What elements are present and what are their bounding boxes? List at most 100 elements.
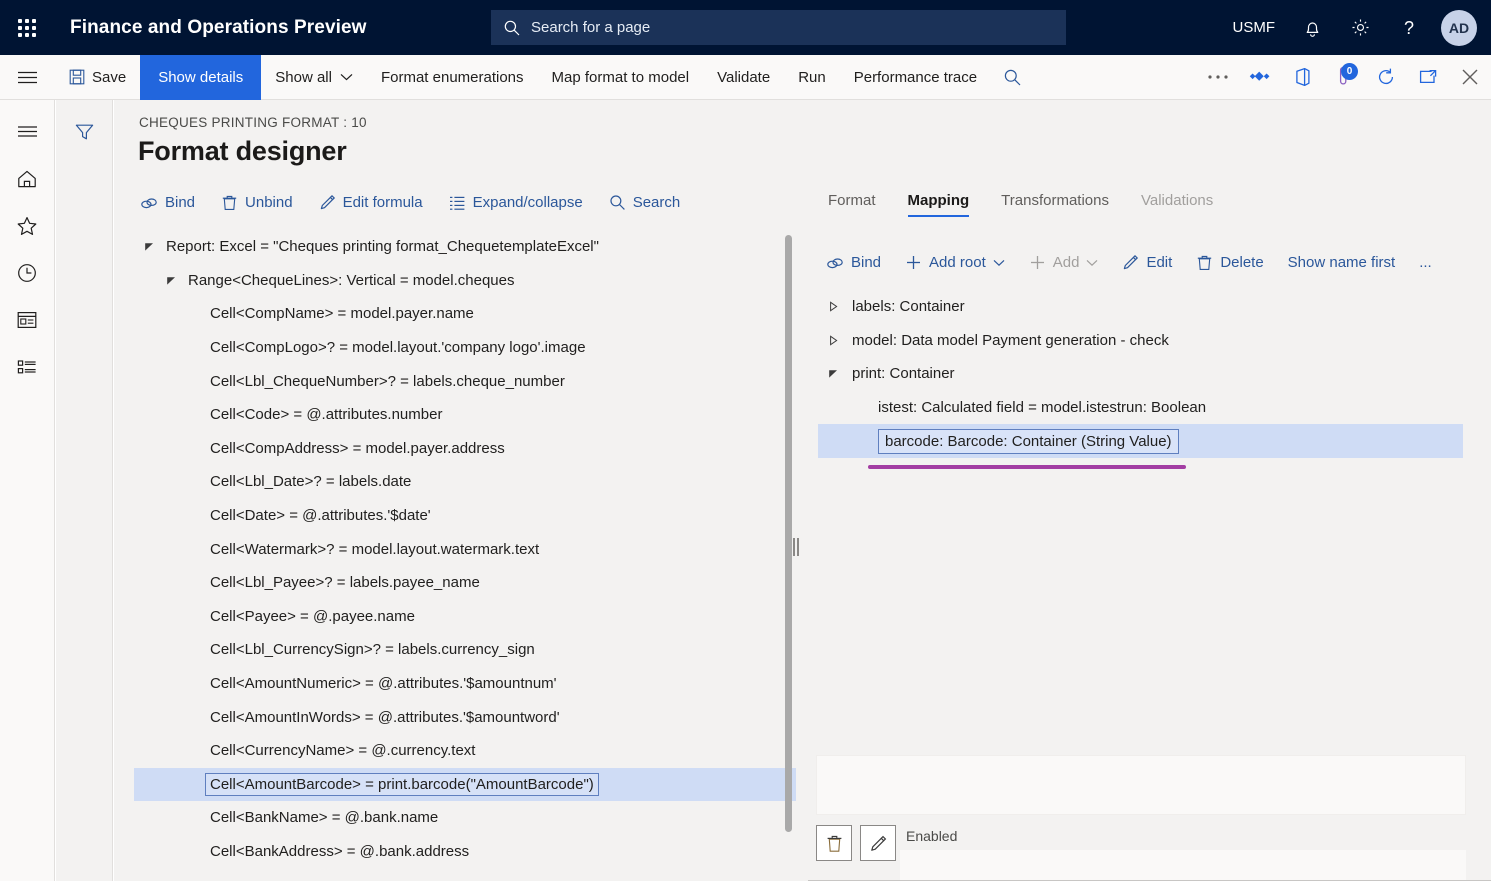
tree-twisty-icon[interactable] [826, 335, 840, 346]
tab-mapping[interactable]: Mapping [892, 188, 986, 219]
mapping-tree-row[interactable]: model: Data model Payment generation - c… [818, 324, 1491, 358]
close-icon[interactable] [1449, 55, 1491, 100]
show-all-label: Show all [275, 68, 332, 86]
tab-transformations[interactable]: Transformations [985, 188, 1125, 219]
hamburger-menu-icon[interactable] [0, 55, 55, 100]
format-tree-row-selected[interactable]: Cell<AmountBarcode> = print.barcode("Amo… [134, 767, 796, 802]
format-tree-row-label: Cell<BankAddress> = @.bank.address [210, 842, 470, 860]
star-icon[interactable] [0, 202, 55, 249]
modules-icon[interactable] [0, 343, 55, 390]
format-tree-row[interactable]: Cell<Lbl_CurrencySign>? = labels.currenc… [134, 633, 796, 667]
format-enumerations-label: Format enumerations [380, 68, 524, 86]
mapping-command-bind[interactable]: Bind [822, 250, 893, 275]
format-tree-row[interactable]: Cell<CompName> = model.payer.name [134, 297, 796, 331]
company-selector[interactable]: USMF [1219, 0, 1290, 55]
run-button[interactable]: Run [784, 55, 840, 100]
performance-trace-button[interactable]: Performance trace [840, 55, 991, 100]
format-command-label: Unbind [245, 194, 293, 211]
format-tree-row[interactable]: Cell<Date> = @.attributes.'$date' [134, 499, 796, 533]
bell-icon[interactable] [1289, 0, 1336, 55]
format-tree-row[interactable]: Cell<Code> = @.attributes.number [134, 398, 796, 432]
mapping-tree-row-selected[interactable]: barcode: Barcode: Container (String Valu… [818, 424, 1463, 469]
format-tree-row[interactable]: Cell<Lbl_Date>? = labels.date [134, 465, 796, 499]
clock-icon[interactable] [0, 249, 55, 296]
format-tree-row[interactable]: Cell<AmountInWords> = @.attributes.'$amo… [134, 700, 796, 734]
mapping-command-[interactable]: ... [1415, 250, 1444, 275]
mapping-tree-row[interactable]: print: Container [818, 357, 1491, 391]
tab-format[interactable]: Format [812, 188, 892, 219]
validate-button[interactable]: Validate [703, 55, 784, 100]
mapping-command-delete[interactable]: Delete [1192, 250, 1275, 275]
format-command-expand-collapse[interactable]: Expand/collapse [445, 190, 595, 215]
top-navigation-bar: Finance and Operations Preview Search fo… [0, 0, 1491, 55]
notes-icon[interactable]: 0 [1323, 55, 1365, 100]
format-tree-row[interactable]: Cell<BankAddress> = @.bank.address [134, 835, 796, 869]
map-format-to-model-button[interactable]: Map format to model [538, 55, 704, 100]
mapping-tree[interactable]: labels: Container model: Data model Payme… [818, 290, 1491, 469]
format-tree-row-label: Cell<Lbl_CurrencySign>? = labels.currenc… [210, 641, 535, 659]
splitter-grip-icon [793, 538, 799, 556]
format-command-bind[interactable]: Bind [136, 190, 207, 215]
filter-rail [56, 100, 113, 881]
mapping-command-label: ... [1419, 254, 1432, 271]
format-command-search[interactable]: Search [605, 190, 693, 215]
format-tree-row[interactable]: Cell<Lbl_Payee>? = labels.payee_name [134, 566, 796, 600]
tree-twisty-icon[interactable] [826, 301, 840, 312]
open-in-office-icon[interactable] [1281, 55, 1323, 100]
pencil-icon [1122, 254, 1139, 271]
show-all-button[interactable]: Show all [261, 55, 367, 100]
format-tree-row-label: Cell<Lbl_Payee>? = labels.payee_name [210, 574, 480, 592]
format-tree-row[interactable]: Cell<AmountNumeric> = @.attributes.'$amo… [134, 667, 796, 701]
detail-tools [816, 825, 904, 861]
refresh-icon[interactable] [1365, 55, 1407, 100]
format-tree-row[interactable]: Range<ChequeLines>: Vertical = model.che… [134, 264, 796, 298]
question-mark-icon[interactable]: ? [1385, 0, 1433, 55]
enabled-field[interactable] [900, 850, 1466, 881]
mapping-tree-row-label: labels: Container [852, 298, 965, 316]
avatar[interactable]: AD [1441, 9, 1477, 46]
format-command-label: Bind [165, 194, 196, 211]
format-tree-row[interactable]: Cell<CompLogo>? = model.layout.'company … [134, 331, 796, 365]
filter-icon[interactable] [56, 109, 112, 154]
mapping-tree-row-label: print: Container [852, 365, 955, 383]
mapping-command-add-root[interactable]: Add root [901, 250, 1017, 275]
format-tree-row[interactable]: Cell<Lbl_ChequeNumber>? = labels.cheque_… [134, 364, 796, 398]
home-icon[interactable] [0, 155, 55, 202]
open-in-new-window-icon[interactable] [1407, 55, 1449, 100]
mapping-command-edit[interactable]: Edit [1118, 250, 1184, 275]
format-tree-row[interactable]: Cell<BankName> = @.bank.name [134, 801, 796, 835]
mapping-tree-row[interactable]: labels: Container [818, 290, 1491, 324]
gear-icon[interactable] [1336, 0, 1385, 55]
format-tree-row[interactable]: Cell<Watermark>? = model.layout.watermar… [134, 532, 796, 566]
notes-badge: 0 [1341, 62, 1358, 80]
search-icon[interactable] [991, 55, 1033, 100]
pencil-icon[interactable] [860, 825, 896, 861]
global-search-input[interactable]: Search for a page [491, 10, 1066, 45]
hamburger-menu-icon[interactable] [0, 108, 55, 155]
tree-twisty-icon[interactable] [142, 241, 156, 252]
format-tree-row[interactable]: Report: Excel = "Cheques printing format… [134, 230, 796, 264]
format-tree-row[interactable]: Cell<CompAddress> = model.payer.address [134, 432, 796, 466]
tree-twisty-icon[interactable] [164, 275, 178, 286]
format-tree-row[interactable]: Cell<Payee> = @.payee.name [134, 600, 796, 634]
format-tree[interactable]: Report: Excel = "Cheques printing format… [134, 230, 796, 870]
trash-icon[interactable] [816, 825, 852, 861]
pane-splitter[interactable] [790, 100, 802, 881]
format-enumerations-button[interactable]: Format enumerations [367, 55, 538, 100]
save-button[interactable]: Save [55, 55, 140, 100]
app-launcher-icon[interactable] [0, 0, 54, 55]
show-details-button[interactable]: Show details [140, 54, 262, 100]
workspaces-icon[interactable] [0, 296, 55, 343]
format-command-unbind[interactable]: Unbind [217, 190, 305, 215]
format-designer-pane: Bind Unbind Edit formula Expand/collapse… [114, 100, 796, 881]
tree-twisty-icon[interactable] [826, 368, 840, 379]
format-tree-row[interactable]: Cell<CurrencyName> = @.currency.text [134, 734, 796, 768]
save-button-label: Save [92, 68, 127, 86]
mapping-command-show-name-first[interactable]: Show name first [1284, 250, 1408, 275]
attachments-icon[interactable] [1239, 55, 1281, 100]
show-details-label: Show details [158, 68, 244, 86]
format-command-edit-formula[interactable]: Edit formula [315, 190, 435, 215]
format-tree-row-label: Cell<Date> = @.attributes.'$date' [210, 507, 431, 525]
mapping-tree-row[interactable]: istest: Calculated field = model.istestr… [818, 391, 1491, 425]
overflow-menu-icon[interactable] [1197, 55, 1239, 100]
